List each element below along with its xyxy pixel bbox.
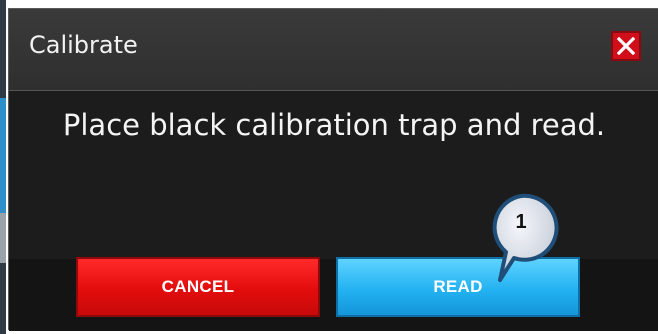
callout-number: 1	[515, 211, 527, 233]
dialog-message: Place black calibration trap and read.	[62, 108, 606, 142]
close-icon	[617, 37, 635, 55]
background-accent-secondary	[0, 213, 6, 263]
background-app-edge	[0, 0, 6, 334]
close-button[interactable]	[611, 31, 641, 61]
screen: Calibrate Place black calibration trap a…	[0, 0, 658, 334]
dialog-title: Calibrate	[29, 31, 138, 59]
cancel-button[interactable]: CANCEL	[76, 257, 320, 317]
dialog-titlebar: Calibrate	[9, 9, 658, 91]
callout-bubble	[492, 193, 559, 282]
background-accent	[0, 98, 6, 213]
